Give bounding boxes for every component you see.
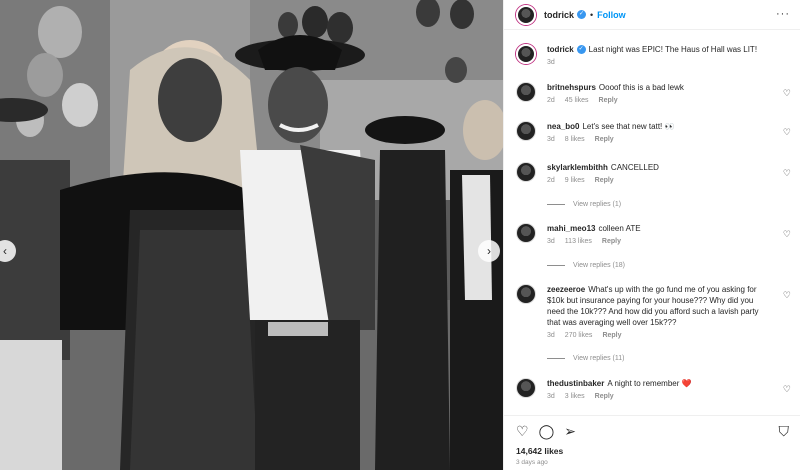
comment-age: 2d: [547, 97, 555, 104]
commenter-avatar[interactable]: [516, 284, 536, 304]
party-photo-illustration: [0, 0, 503, 470]
view-replies-button[interactable]: View replies (1): [547, 201, 621, 208]
commenter-avatar[interactable]: [516, 82, 536, 102]
commenter-avatar[interactable]: [516, 162, 536, 182]
like-heart-icon[interactable]: ♡: [516, 424, 529, 438]
verified-badge-icon: ✓: [576, 45, 586, 55]
post-header: todrick ✓ • Follow ···: [504, 0, 800, 30]
like-comment-heart-icon[interactable]: ♡: [783, 384, 791, 395]
comment-item: skylarklembithh CANCELLED 2d 9 likes Repl…: [516, 162, 791, 184]
reply-button[interactable]: Reply: [599, 97, 618, 104]
commenter-avatar[interactable]: [516, 223, 536, 243]
comment-likes[interactable]: 113 likes: [565, 238, 592, 245]
comment-item: mahi_meo13 colleen ATE 3d 113 likes Reply…: [516, 223, 791, 245]
reply-button[interactable]: Reply: [595, 136, 614, 143]
comment-likes[interactable]: 270 likes: [565, 332, 593, 339]
reply-button[interactable]: Reply: [602, 332, 621, 339]
comment-item: nea_bo0 Let's see that new tatt! 👀 3d 8 l…: [516, 121, 791, 143]
comment-age: 3d: [547, 332, 555, 339]
author-username[interactable]: todrick: [544, 10, 574, 20]
instagram-post-window: ‹ › todrick ✓ • Follow ··· todrick ✓ Last …: [0, 0, 800, 470]
comment-icon[interactable]: ◯: [539, 424, 555, 438]
comment-username[interactable]: nea_bo0: [547, 122, 579, 131]
post-actions: ♡ ◯ ➢ ⛉ 14,642 likes 3 days ago: [504, 415, 800, 466]
comment-item: zeezeeroe What's up with the go fund me o…: [516, 284, 791, 339]
comment-age: 3d: [547, 136, 555, 143]
post-date: 3 days ago: [516, 459, 548, 466]
comment-text: Let's see that new tatt! 👀: [582, 122, 675, 131]
reply-button[interactable]: Reply: [595, 393, 614, 400]
like-count[interactable]: 14,642 likes: [516, 446, 789, 456]
post-side-panel: todrick ✓ • Follow ··· todrick ✓ Last nigh…: [503, 0, 800, 470]
commenter-avatar[interactable]: [516, 378, 536, 398]
post-photo[interactable]: ‹ ›: [0, 0, 503, 470]
like-comment-heart-icon[interactable]: ♡: [783, 127, 791, 138]
comment-username[interactable]: mahi_meo13: [547, 224, 595, 233]
commenter-avatar[interactable]: [516, 121, 536, 141]
view-replies-button[interactable]: View replies (18): [547, 262, 625, 269]
caption: todrick ✓ Last night was EPIC! The Haus of…: [516, 44, 791, 66]
verified-badge-icon: ✓: [577, 10, 587, 19]
separator-dot: •: [590, 9, 594, 20]
comment-age: 3d: [547, 238, 555, 245]
comment-text: Oooof this is a bad lewk: [598, 83, 684, 92]
comment-username[interactable]: thedustinbaker: [547, 379, 604, 388]
caption-username[interactable]: todrick: [547, 45, 574, 54]
caption-age: 3d: [547, 59, 555, 66]
comment-username[interactable]: zeezeeroe: [547, 285, 585, 294]
comment-username[interactable]: britnehspurs: [547, 83, 596, 92]
comment-text: CANCELLED: [610, 163, 659, 172]
like-comment-heart-icon[interactable]: ♡: [783, 168, 791, 179]
follow-button[interactable]: Follow: [597, 10, 626, 20]
share-icon[interactable]: ➢: [564, 424, 576, 438]
reply-button[interactable]: Reply: [595, 177, 614, 184]
view-replies-button[interactable]: View replies (11): [547, 355, 625, 362]
comment-likes[interactable]: 45 likes: [565, 97, 589, 104]
comment-likes[interactable]: 9 likes: [565, 177, 585, 184]
comment-username[interactable]: skylarklembithh: [547, 163, 608, 172]
comment-item: britnehspurs Oooof this is a bad lewk 2d …: [516, 82, 791, 104]
comment-item: thedustinbaker A night to remember ❤️ 3d …: [516, 378, 791, 400]
comment-likes[interactable]: 8 likes: [565, 136, 585, 143]
reply-button[interactable]: Reply: [602, 238, 621, 245]
like-comment-heart-icon[interactable]: ♡: [783, 229, 791, 240]
caption-text: Last night was EPIC! The Haus of Hall wa…: [588, 45, 758, 54]
more-options-icon[interactable]: ···: [776, 8, 790, 20]
comment-likes[interactable]: 3 likes: [565, 393, 585, 400]
comment-text: A night to remember ❤️: [607, 379, 692, 388]
comment-age: 3d: [547, 393, 555, 400]
comments-list[interactable]: todrick ✓ Last night was EPIC! The Haus of…: [504, 38, 800, 410]
like-comment-heart-icon[interactable]: ♡: [783, 88, 791, 99]
caption-avatar[interactable]: [516, 44, 536, 64]
comment-text: colleen ATE: [598, 224, 641, 233]
author-avatar[interactable]: [516, 4, 536, 25]
bookmark-icon[interactable]: ⛉: [779, 424, 790, 438]
comment-age: 2d: [547, 177, 555, 184]
next-photo-button[interactable]: ›: [478, 240, 500, 262]
like-comment-heart-icon[interactable]: ♡: [783, 290, 791, 301]
